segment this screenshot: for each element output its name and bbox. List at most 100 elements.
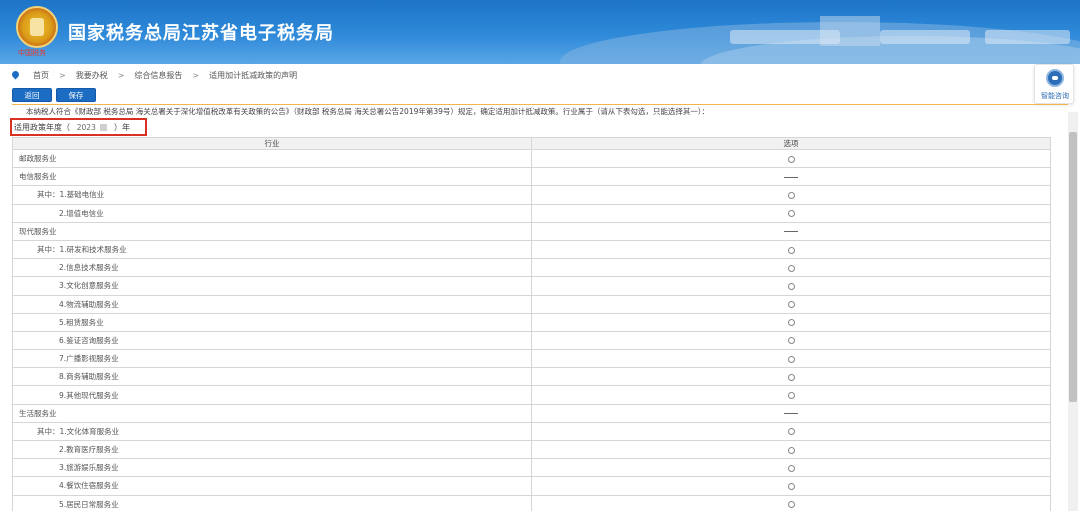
option-cell bbox=[531, 403, 1051, 423]
option-cell bbox=[531, 494, 1051, 511]
industry-radio[interactable] bbox=[787, 482, 795, 490]
toolbar: 返回主页 保存 bbox=[12, 88, 96, 114]
policy-year-label: 适用政策年度 bbox=[14, 122, 62, 132]
table-row: 6.鉴证咨询服务业 bbox=[12, 330, 1051, 351]
option-cell bbox=[531, 439, 1051, 460]
industry-label: 3.旅游娱乐服务业 bbox=[12, 458, 532, 478]
policy-year-input[interactable]: 2023 bbox=[74, 122, 110, 133]
policy-year-close-paren: ） bbox=[114, 122, 122, 132]
industry-label: 2.增值电信业 bbox=[12, 203, 532, 223]
breadcrumb-do-tax[interactable]: 我要办税 bbox=[76, 70, 108, 81]
table-row: 3.文化创意服务业 bbox=[12, 276, 1051, 296]
smart-consult-label: 智能咨询 bbox=[1041, 92, 1069, 100]
option-cell bbox=[531, 258, 1051, 278]
industry-label: 8.商务辅助服务业 bbox=[12, 367, 532, 387]
smart-consult-button[interactable]: 智能咨询 bbox=[1034, 64, 1074, 104]
breadcrumb-current: 适用加计抵减政策的声明 bbox=[209, 70, 298, 80]
industry-radio[interactable] bbox=[787, 446, 795, 454]
option-cell bbox=[531, 349, 1051, 369]
table-row: 5.租赁服务业 bbox=[12, 312, 1051, 332]
table-row: 5.居民日常服务业 bbox=[12, 494, 1051, 511]
policy-year-value: 2023 bbox=[76, 122, 96, 132]
policy-statement: 本纳税人符合《财政部 税务总局 海关总署关于深化增值税改革有关政策的公告》（财政… bbox=[26, 107, 710, 116]
industry-radio[interactable] bbox=[787, 319, 795, 327]
industry-label: 2.信息技术服务业 bbox=[12, 258, 532, 278]
industry-label: 电信服务业 bbox=[12, 167, 532, 187]
breadcrumb-separator: > bbox=[117, 70, 125, 80]
divider bbox=[12, 104, 1068, 105]
industry-radio[interactable] bbox=[787, 337, 795, 345]
breadcrumb-home[interactable]: 首页 bbox=[33, 70, 49, 81]
option-cell bbox=[531, 421, 1051, 442]
industry-label: 2.教育医疗服务业 bbox=[12, 439, 532, 460]
industry-radio[interactable] bbox=[787, 373, 795, 381]
industry-radio[interactable] bbox=[787, 501, 795, 509]
calendar-icon[interactable] bbox=[100, 124, 108, 131]
industry-radio[interactable] bbox=[787, 301, 795, 309]
option-cell bbox=[531, 221, 1051, 241]
not-applicable-dash bbox=[784, 231, 798, 233]
table-row: 其中：1.基础电信业 bbox=[12, 185, 1051, 205]
option-cell bbox=[531, 476, 1051, 496]
table-row: 电信服务业 bbox=[12, 167, 1051, 187]
table-row: 2.教育医疗服务业 bbox=[12, 439, 1051, 460]
option-cell bbox=[531, 385, 1051, 405]
industry-radio[interactable] bbox=[787, 210, 795, 218]
column-header-industry: 行业 bbox=[12, 137, 532, 150]
option-cell bbox=[531, 276, 1051, 296]
industry-radio[interactable] bbox=[787, 246, 795, 254]
industry-label: 其中：1.文化体育服务业 bbox=[12, 421, 532, 442]
option-cell bbox=[531, 203, 1051, 223]
banner-blurred-text bbox=[730, 30, 840, 44]
option-cell bbox=[531, 367, 1051, 387]
vertical-scrollbar[interactable] bbox=[1068, 112, 1078, 511]
industry-label: 其中：1.研发和技术服务业 bbox=[12, 239, 532, 260]
industry-label: 4.餐饮住宿服务业 bbox=[12, 476, 532, 496]
save-button[interactable]: 保存 bbox=[56, 88, 96, 102]
option-cell bbox=[531, 185, 1051, 205]
industry-label: 现代服务业 bbox=[12, 221, 532, 241]
industry-radio[interactable] bbox=[787, 282, 795, 290]
policy-year-field: 适用政策年度 （ 2023 ） 年 bbox=[10, 118, 147, 136]
table-row: 9.其他现代服务业 bbox=[12, 385, 1051, 405]
column-header-option: 选项 bbox=[531, 137, 1051, 150]
industry-radio[interactable] bbox=[787, 464, 795, 472]
table-row: 邮政服务业 bbox=[12, 148, 1051, 169]
policy-year-open-paren: （ bbox=[62, 122, 70, 132]
table-header-row: 行业 选项 bbox=[12, 137, 1051, 150]
industry-radio[interactable] bbox=[787, 155, 795, 163]
table-row: 现代服务业 bbox=[12, 221, 1051, 241]
industry-label: 4.物流辅助服务业 bbox=[12, 294, 532, 314]
industry-radio[interactable] bbox=[787, 355, 795, 363]
customer-service-icon bbox=[1046, 69, 1064, 87]
industry-label: 邮政服务业 bbox=[12, 148, 532, 169]
header-banner: 中国税务 国家税务总局江苏省电子税务局 bbox=[0, 0, 1080, 64]
breadcrumb-separator: > bbox=[192, 70, 200, 80]
not-applicable-dash bbox=[784, 413, 798, 415]
industry-radio[interactable] bbox=[787, 264, 795, 272]
option-cell bbox=[531, 312, 1051, 332]
return-home-button[interactable]: 返回主页 bbox=[12, 88, 52, 114]
breadcrumb: 首页 > 我要办税 > 综合信息报告 > 适用加计抵减政策的声明 bbox=[12, 67, 297, 83]
table-row: 其中：1.文化体育服务业 bbox=[12, 421, 1051, 442]
industry-label: 6.鉴证咨询服务业 bbox=[12, 330, 532, 351]
industry-radio[interactable] bbox=[787, 392, 795, 400]
site-title: 国家税务总局江苏省电子税务局 bbox=[68, 23, 334, 44]
location-pin-icon bbox=[12, 71, 19, 80]
breadcrumb-info-report[interactable]: 综合信息报告 bbox=[134, 70, 182, 81]
industry-label: 5.租赁服务业 bbox=[12, 312, 532, 332]
scrollbar-thumb[interactable] bbox=[1069, 132, 1077, 402]
table-body: 邮政服务业 电信服务业 其中：1.基础电信业 2.增值电信业 现代服务业 其中：1.研发和… bbox=[12, 148, 1051, 511]
industry-radio[interactable] bbox=[787, 191, 795, 199]
industry-radio[interactable] bbox=[787, 428, 795, 436]
industry-label: 3.文化创意服务业 bbox=[12, 276, 532, 296]
table-row: 8.商务辅助服务业 bbox=[12, 367, 1051, 387]
emblem-caption: 中国税务 bbox=[18, 49, 46, 57]
policy-year-suffix: 年 bbox=[122, 122, 130, 132]
industry-label: 生活服务业 bbox=[12, 403, 532, 423]
industry-label: 5.居民日常服务业 bbox=[12, 494, 532, 511]
banner-blurred-text bbox=[985, 30, 1070, 44]
table-row: 生活服务业 bbox=[12, 403, 1051, 423]
table-row: 3.旅游娱乐服务业 bbox=[12, 458, 1051, 478]
not-applicable-dash bbox=[784, 176, 798, 178]
